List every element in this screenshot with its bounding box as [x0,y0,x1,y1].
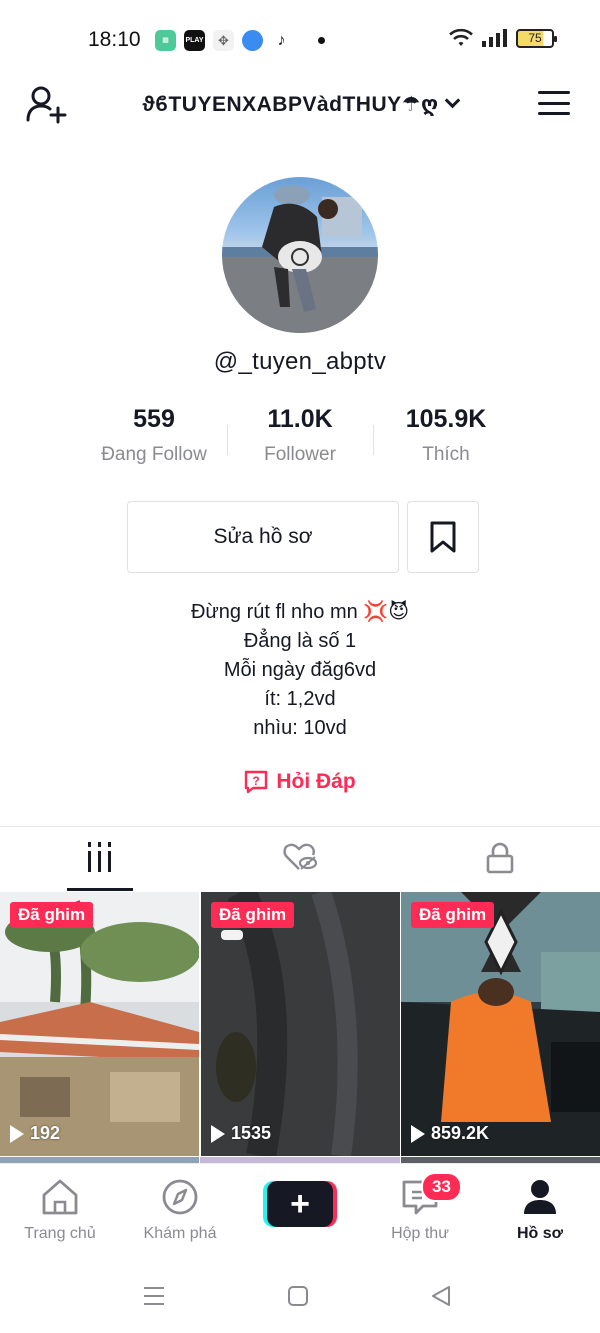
chevron-down-icon [444,92,460,109]
battery-level: 75 [528,31,542,45]
following-label: Đang Follow [101,444,207,465]
menu-icon[interactable] [538,91,570,117]
nav-discover-label: Khám phá [143,1225,217,1242]
tiktok-icon: ♪ [271,30,292,51]
tab-videos[interactable] [0,836,200,892]
signal-icon [482,29,507,47]
avatar-photo [222,185,378,333]
back-icon[interactable] [430,1285,452,1307]
favorites-button[interactable] [407,501,479,573]
home-button-icon[interactable] [287,1285,309,1307]
play-icon [211,1124,225,1143]
pinned-badge: Đã ghim [211,902,295,928]
following-stat[interactable]: 559 Đang Follow [74,405,234,466]
question-message-icon: ? [245,770,268,794]
bookmark-icon [430,521,456,553]
bio-line: nhìu: 10vd [253,717,347,739]
calculator-app-icon: ▦ [155,30,176,51]
nav-inbox-label: Hộp thư [391,1225,449,1242]
likes-stat[interactable]: 105.9K Thích [366,405,526,466]
video-thumbnail[interactable]: Đã ghim 192 [0,892,199,1156]
view-count-value: 1535 [231,1123,272,1143]
qa-label: Hỏi Đáp [276,770,356,793]
active-tab-indicator [67,888,133,891]
video-preview [401,892,600,1156]
game-controller-icon: ✥ [213,30,234,51]
video-thumbnail[interactable]: Đã ghim 1535 [201,892,400,1156]
bio-line: Mỗi ngày đăg6vd [223,659,377,681]
followers-count: 11.0K [267,405,333,433]
video-grid-icon [88,842,111,872]
account-handle: ϑϐTUYENXABPVàdTHUY☂ღ [142,93,439,116]
lock-icon [486,842,514,874]
video-preview [201,892,400,1156]
avatar[interactable] [222,177,378,333]
nav-discover[interactable]: Khám phá [120,1178,240,1243]
view-count-value: 859.2K [431,1123,490,1143]
bio-line: ít: 1,2vd [264,688,336,710]
view-count: 859.2K [411,1123,489,1144]
profile-icon [524,1180,556,1214]
video-thumbnail[interactable]: Đã ghim 859.2K [401,892,600,1156]
notification-icons: ▦ PLAY ✥ ♪ [155,30,325,51]
nav-profile-label: Hồ sơ [516,1225,564,1242]
plus-icon: + [267,1181,333,1227]
play-together-app-icon: PLAY [184,30,205,51]
battery-icon: 75 [516,28,557,48]
create-button[interactable]: + [263,1181,337,1227]
pinned-badge: Đã ghim [10,902,94,928]
system-navigation-bar [0,1253,600,1333]
followers-stat[interactable]: 11.0K Follower [220,405,380,466]
bio-line: Đẳng là số 1 [243,630,357,652]
following-count: 559 [133,405,175,433]
tab-private[interactable] [400,836,600,892]
home-icon [42,1179,78,1215]
view-count-value: 192 [30,1123,61,1143]
bio-line: Đừng rút fl nho mn 💢😈 [190,601,410,623]
compass-icon [162,1179,198,1215]
pinned-badge: Đã ghim [411,902,495,928]
svg-text:?: ? [253,774,260,788]
play-icon [411,1124,425,1143]
view-count: 1535 [211,1123,271,1144]
account-switcher[interactable]: ϑϐTUYENXABPVàdTHUY☂ღ [0,92,600,117]
tabs-divider [0,826,600,827]
status-time: 18:10 [88,28,141,51]
edit-profile-button[interactable]: Sửa hồ sơ [127,501,399,573]
bottom-navigation: Trang chủ Khám phá + Hộp thư 33 Hồ sơ [0,1163,600,1253]
nav-profile[interactable]: Hồ sơ [480,1178,600,1243]
likes-count: 105.9K [405,405,487,433]
tab-liked[interactable] [200,836,400,892]
hidden-likes-icon [283,843,317,870]
play-icon [10,1124,24,1143]
qa-link[interactable]: ? Hỏi Đáp [0,770,600,794]
video-preview [0,892,199,1156]
followers-label: Follower [264,444,336,465]
profile-bio: Đừng rút fl nho mn 💢😈 Đẳng là số 1 Mỗi n… [0,598,600,743]
profile-header: ϑϐTUYENXABPVàdTHUY☂ღ [0,80,600,130]
system-icons: 75 [448,28,557,48]
view-count: 192 [10,1123,60,1144]
nav-home[interactable]: Trang chủ [0,1178,120,1243]
nav-inbox[interactable]: Hộp thư [360,1178,480,1243]
likes-label: Thích [422,444,470,465]
play-together-label: PLAY [185,37,204,44]
more-notifications-dot [318,37,325,44]
wifi-icon [449,28,473,46]
inbox-badge: 33 [421,1172,462,1202]
recent-apps-icon[interactable] [143,1286,165,1306]
status-bar: 18:10 ▦ PLAY ✥ ♪ 75 [0,0,600,80]
nav-home-label: Trang chủ [24,1225,96,1242]
blue-app-icon [242,30,263,51]
profile-username: @_tuyen_abptv [213,348,387,375]
